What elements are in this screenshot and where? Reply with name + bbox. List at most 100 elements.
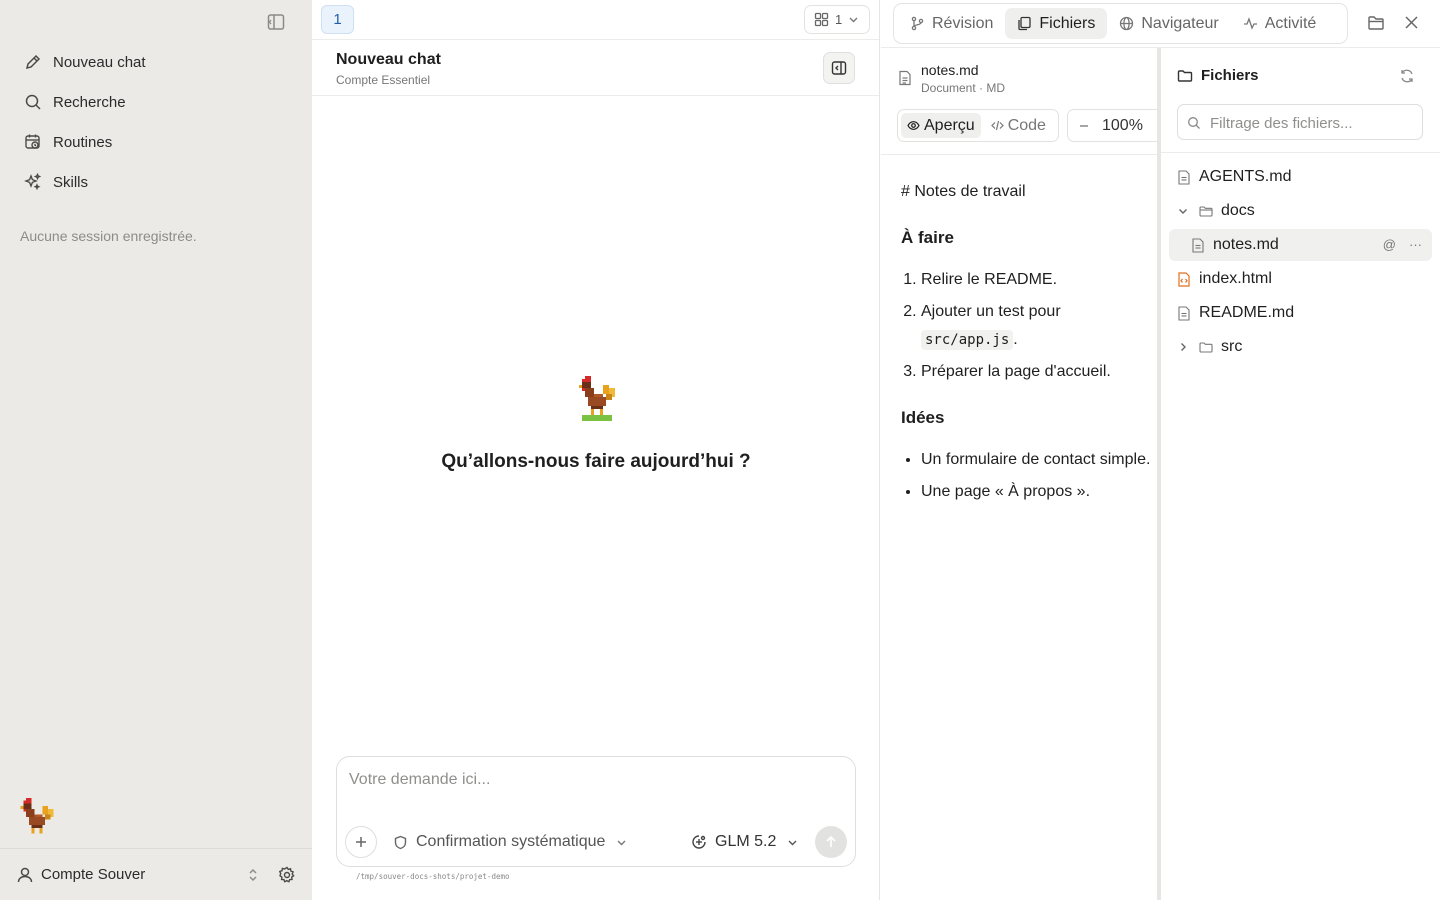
more-button[interactable]: ··· xyxy=(1409,237,1422,252)
refresh-icon[interactable] xyxy=(1399,68,1415,84)
sidebar-nav: Nouveau chat Recherche Routines Skills xyxy=(14,42,298,202)
tab-browser[interactable]: Navigateur xyxy=(1107,8,1230,39)
plus-icon xyxy=(356,837,366,847)
right-panel-tabs: Révision Fichiers Navigateur Activité xyxy=(893,3,1348,44)
file-tree-item-label: notes.md xyxy=(1213,236,1279,253)
view-preview-button[interactable]: Aperçu xyxy=(901,113,981,138)
user-icon xyxy=(16,866,34,884)
tab-activity[interactable]: Activité xyxy=(1231,8,1329,39)
open-folder-icon[interactable] xyxy=(1367,14,1385,32)
mention-button[interactable]: @ xyxy=(1383,237,1396,252)
markdown-preview: # Notes de travail À faire Relire le REA… xyxy=(901,178,1151,524)
session-tab[interactable]: 1 xyxy=(321,5,354,34)
model-label: GLM 5.2 xyxy=(715,833,777,850)
sparkle-icon xyxy=(24,173,42,191)
sidebar-item-label: Skills xyxy=(53,173,89,191)
gear-icon[interactable] xyxy=(278,866,296,884)
file-icon xyxy=(1177,169,1191,185)
file-filter-input[interactable] xyxy=(1210,113,1415,133)
chat-panel: 1 1 Nouveau chat Compte Essentiel Qu’all… xyxy=(312,0,880,900)
doc-section-heading: À faire xyxy=(901,228,954,247)
list-item: Un formulaire de contact simple. xyxy=(921,446,1151,474)
tab-files[interactable]: Fichiers xyxy=(1005,8,1108,39)
chevron-down-icon xyxy=(787,837,798,848)
prompt-input[interactable] xyxy=(349,771,839,789)
shield-icon xyxy=(393,835,408,850)
globe-icon xyxy=(1119,16,1134,31)
composer: Confirmation systématique GLM 5.2 xyxy=(336,756,856,867)
folder-tree-item[interactable]: docs xyxy=(1169,194,1432,228)
sidebar-item-skills[interactable]: Skills xyxy=(14,162,298,202)
row-actions: @ ··· xyxy=(1383,237,1422,252)
folder-tree-item[interactable]: src xyxy=(1169,330,1432,364)
file-icon xyxy=(1177,305,1191,321)
sidebar-item-search[interactable]: Recherche xyxy=(14,82,298,122)
tab-label: Activité xyxy=(1264,14,1317,32)
toggle-right-panel-button[interactable] xyxy=(823,52,855,84)
zoom-control: 100% xyxy=(1067,109,1157,142)
zoom-out-icon[interactable] xyxy=(1078,120,1090,132)
file-tree: AGENTS.md docs notes.md @ ··· index.html… xyxy=(1169,160,1432,364)
chevron-down-icon xyxy=(616,837,627,848)
list-item: Une page « À propos ». xyxy=(921,478,1151,506)
model-icon xyxy=(691,834,707,850)
chevron-updown-icon xyxy=(246,868,260,882)
empty-sessions-text: Aucune session enregistrée. xyxy=(20,228,197,244)
chevron-right-icon xyxy=(1177,341,1189,353)
activity-icon xyxy=(1243,16,1258,31)
file-filter xyxy=(1177,104,1423,140)
sidebar-item-new-chat[interactable]: Nouveau chat xyxy=(14,42,298,82)
folder-open-icon xyxy=(1199,204,1213,219)
file-explorer: Fichiers AGENTS.md xyxy=(1161,48,1440,900)
send-button[interactable] xyxy=(815,826,847,858)
file-tree-item-label: README.md xyxy=(1199,304,1295,321)
file-tree-item[interactable]: AGENTS.md xyxy=(1169,160,1432,194)
view-code-button[interactable]: Code xyxy=(985,113,1052,138)
sidebar-item-routines[interactable]: Routines xyxy=(14,122,298,162)
chat-header: Nouveau chat Compte Essentiel xyxy=(312,40,879,96)
file-tree-item-label: index.html xyxy=(1199,270,1272,287)
doc-section-heading: Idées xyxy=(901,408,945,427)
divider xyxy=(1161,152,1440,153)
account-name: Compte Souver xyxy=(41,866,146,883)
layout-count: 1 xyxy=(835,12,843,27)
file-icon xyxy=(898,70,912,86)
list-item: Préparer la page d'accueil. xyxy=(921,358,1151,386)
file-tree-item-label: src xyxy=(1221,338,1243,355)
close-icon[interactable] xyxy=(1403,14,1420,31)
right-panel: Révision Fichiers Navigateur Activité no… xyxy=(881,0,1440,900)
tab-revision[interactable]: Révision xyxy=(898,8,1005,39)
chat-topbar: 1 1 xyxy=(312,0,879,40)
view-mode-toggle: Aperçu Code xyxy=(897,109,1059,142)
inline-code: src/app.js xyxy=(921,330,1014,350)
file-tree-item[interactable]: README.md xyxy=(1169,296,1432,330)
sidebar: Nouveau chat Recherche Routines Skills A… xyxy=(0,0,312,900)
folder-icon xyxy=(1177,68,1193,84)
permission-mode-select[interactable]: Confirmation systématique xyxy=(393,833,627,851)
grid-icon xyxy=(814,12,829,27)
rooster-logo xyxy=(18,798,56,840)
list-item: Ajouter un test pour src/app.js. xyxy=(921,298,1151,354)
add-attachment-button[interactable] xyxy=(345,826,377,858)
file-tree-item[interactable]: notes.md @ ··· xyxy=(1169,229,1432,261)
layout-switcher[interactable]: 1 xyxy=(804,5,870,34)
model-select[interactable]: GLM 5.2 xyxy=(691,833,798,851)
search-icon xyxy=(1187,116,1201,130)
html-file-icon xyxy=(1177,271,1191,287)
view-preview-label: Aperçu xyxy=(924,116,975,134)
working-directory: /tmp/souver-docs-shots/projet-demo xyxy=(356,872,510,881)
git-branch-icon xyxy=(910,16,925,31)
calendar-clock-icon xyxy=(24,133,42,151)
rooster-logo xyxy=(576,376,618,424)
search-icon xyxy=(24,93,42,111)
tab-label: Fichiers xyxy=(1039,14,1096,32)
file-tree-item[interactable]: index.html xyxy=(1169,262,1432,296)
list-item-text: Ajouter un test pour xyxy=(921,303,1061,320)
account-switcher[interactable]: Compte Souver xyxy=(0,848,312,900)
chat-subtitle: Compte Essentiel xyxy=(336,73,431,87)
view-code-label: Code xyxy=(1007,116,1046,134)
file-explorer-title-text: Fichiers xyxy=(1201,67,1259,84)
file-preview-panel: notes.md Document · MD Aperçu Code 100% xyxy=(881,48,1157,900)
sidebar-collapse-icon[interactable] xyxy=(266,12,286,32)
sidebar-item-label: Nouveau chat xyxy=(53,53,146,71)
